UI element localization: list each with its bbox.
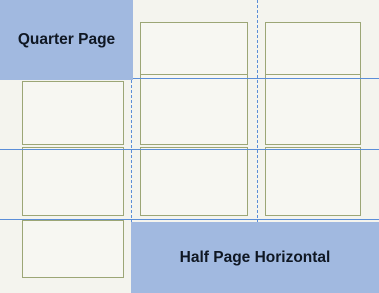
grid-panel — [265, 147, 361, 216]
grid-panel — [140, 147, 248, 216]
grid-panel — [140, 22, 248, 78]
ad-layout-diagram: Quarter Page Half Page Horizontal — [0, 0, 379, 293]
horizontal-guide-line — [0, 149, 379, 150]
quarter-page-label: Quarter Page — [17, 31, 116, 48]
grid-panel — [22, 147, 124, 216]
grid-panel — [22, 220, 124, 278]
half-page-horizontal-block: Half Page Horizontal — [131, 222, 379, 293]
quarter-page-block: Quarter Page — [0, 0, 133, 80]
grid-panel — [265, 74, 361, 145]
grid-panel — [140, 74, 248, 145]
horizontal-guide-line — [0, 219, 379, 220]
grid-panel — [22, 81, 124, 145]
half-page-horizontal-label: Half Page Horizontal — [179, 248, 331, 266]
grid-panel — [265, 22, 361, 78]
